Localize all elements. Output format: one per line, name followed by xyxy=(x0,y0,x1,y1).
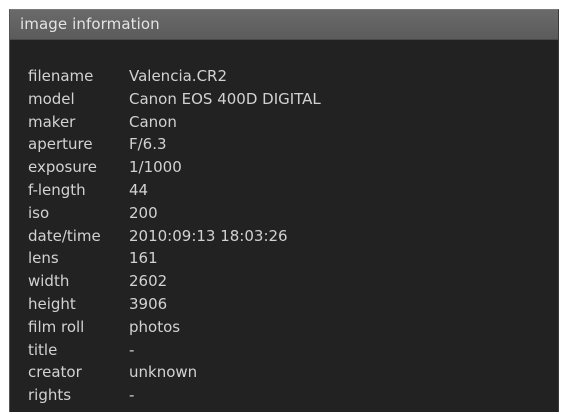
info-value: Canon EOS 400D DIGITAL xyxy=(129,89,321,108)
info-value: unknown xyxy=(129,363,198,382)
info-value: 2010:09:13 18:03:26 xyxy=(129,226,288,245)
info-value: 44 xyxy=(129,180,149,199)
info-value: - xyxy=(129,386,135,405)
info-key: f-length xyxy=(28,180,86,199)
info-key: model xyxy=(28,89,75,108)
info-key: aperture xyxy=(28,135,93,154)
info-value: 2602 xyxy=(129,272,168,291)
info-value: 3906 xyxy=(129,294,168,313)
info-key: film roll xyxy=(28,317,85,336)
info-key: title xyxy=(28,340,58,359)
info-value: 161 xyxy=(129,249,158,268)
info-key: rights xyxy=(28,386,72,405)
info-key: maker xyxy=(28,112,76,131)
info-key: lens xyxy=(28,249,59,268)
info-key: filename xyxy=(28,67,94,85)
panel-header[interactable]: image information xyxy=(10,10,558,40)
info-value: 1/1000 xyxy=(129,158,182,177)
info-key: creator xyxy=(28,363,82,382)
info-value: photos xyxy=(129,317,181,336)
info-value: 200 xyxy=(129,203,158,222)
info-key: exposure xyxy=(28,158,97,177)
info-value: F/6.3 xyxy=(129,135,167,154)
info-key: date/time xyxy=(28,226,101,245)
image-information-panel: image information filename Valencia.CR2 … xyxy=(9,9,559,412)
info-value: Canon xyxy=(129,112,177,131)
info-key: height xyxy=(28,294,76,313)
panel-title: image information xyxy=(20,15,160,33)
info-key: width xyxy=(28,272,70,291)
info-value: - xyxy=(129,340,135,359)
info-key: iso xyxy=(28,203,50,222)
info-value: Valencia.CR2 xyxy=(129,67,228,85)
